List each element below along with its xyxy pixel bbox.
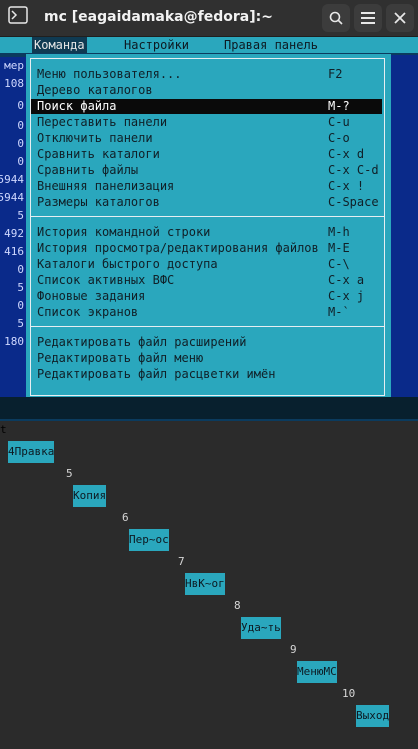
left-panel-value: 108 [4,77,24,90]
menu-item-directory-tree[interactable]: Дерево каталогов [31,83,382,98]
menu-item-shortcut: C-\ [328,257,350,271]
fkey-number: 7 [178,555,185,568]
menu-separator [30,216,385,217]
left-panel-value: 0 [17,299,24,312]
left-panel-value: 180 [4,335,24,348]
left-panel-value: 416 [4,245,24,258]
menu-item-command-history[interactable]: История командной строки M-h [31,225,382,240]
close-icon[interactable] [386,4,414,32]
left-panel-value: 0 [17,137,24,150]
menu-item-edit-menu-file[interactable]: Редактировать файл меню [31,351,382,366]
terminal-icon[interactable] [6,6,30,30]
left-panel-value: 0 [17,263,24,276]
fkey-6-move[interactable]: Пер~ос [129,529,169,551]
menu-item-shortcut: C-o [328,131,350,145]
cmd-prompt[interactable]: t [0,419,7,441]
menu-item-label: Сравнить каталоги [37,147,160,161]
menu-item-hotlist[interactable]: Каталоги быстрого доступа C-\ [31,257,382,272]
menu-item-shortcut: C-x C-d [328,163,379,177]
menu-item-shortcut: C-u [328,115,350,129]
left-panel-value: 5944 [0,191,24,204]
command-dropdown-menu: Меню пользователя... F2 Дерево каталогов … [26,54,391,400]
menu-item-shortcut: C-x a [328,273,365,287]
right-panel-column [391,55,418,400]
fkey-4-edit[interactable]: 4Правка [8,441,55,463]
menu-item-swap-panels[interactable]: Переставить панели C-u [31,115,382,130]
mc-menubar: Команда Настройки Правая панель [0,37,418,53]
fkey-10-exit[interactable]: Выход [356,705,390,727]
menu-item-shortcut: M-h [328,225,350,239]
fkey-9-menu[interactable]: МенюМС [297,661,337,683]
left-panel-value: 5 [17,281,24,294]
left-panel-value: 0 [17,99,24,112]
menubar-item-command[interactable]: Команда [32,37,87,53]
menu-item-background-jobs[interactable]: Фоновые задания C-x j [31,289,382,304]
menu-item-shortcut: C-x j [328,289,365,303]
menu-item-label: Список активных ВФС [37,273,175,287]
menu-item-external-panelize[interactable]: Внешняя панелизация C-x ! [31,179,382,194]
menu-item-panels-off[interactable]: Отключить панели C-o [31,131,382,146]
menu-item-user-menu[interactable]: Меню пользователя... F2 [31,67,382,82]
menu-item-label: Редактировать файл расширений [37,335,247,349]
function-key-bar: t 4Правка 5 Копия 6 Пер~ос 7 НвК~ог 8 Уд… [0,397,418,727]
menu-item-screen-list[interactable]: Список экранов M-` [31,305,382,320]
menu-item-shortcut: C-x ! [328,179,365,193]
menu-item-edit-extension-file[interactable]: Редактировать файл расширений [31,335,382,350]
menu-item-shortcut: C-x d [328,147,365,161]
menu-item-label: Фоновые задания [37,289,146,303]
fkey-number: 6 [122,511,129,524]
fkey-8-delete[interactable]: Уда~ть [241,617,281,639]
menubar-item-options[interactable]: Настройки [124,37,189,53]
left-panel-value: 0 [17,155,24,168]
menu-item-label: История командной строки [37,225,211,239]
menu-item-label: Внешняя панелизация [37,179,175,193]
fkey-number: 5 [66,467,73,480]
fkey-5-copy[interactable]: Копия [73,485,107,507]
menu-item-active-vfs[interactable]: Список активных ВФС C-x a [31,273,382,288]
menu-item-shortcut: M-? [328,99,350,113]
menu-item-label: Редактировать файл меню [37,351,204,365]
search-icon[interactable] [322,4,350,32]
window-titlebar: mc [eagaidamaka@fedora]:~ [0,0,418,37]
left-panel-value: 0 [17,119,24,132]
menu-item-label: Меню пользователя... [37,67,182,81]
menu-item-label: Отключить панели [37,131,153,145]
menubar-item-right-panel[interactable]: Правая панель [224,37,318,53]
menu-item-compare-files[interactable]: Сравнить файлы C-x C-d [31,163,382,178]
terminal-area[interactable]: Команда Настройки Правая панель мер 108 … [0,37,418,727]
menu-item-label: Список экранов [37,305,139,319]
menu-item-compare-dirs[interactable]: Сравнить каталоги C-x d [31,147,382,162]
fkey-number: 9 [290,643,297,656]
left-panel-value: 5 [17,317,24,330]
menu-item-label: Поиск файла [37,99,117,113]
menu-item-label: Каталоги быстрого доступа [37,257,218,271]
left-panel-value: 5944 [0,173,24,186]
menu-separator [30,326,385,327]
menu-item-shortcut: M-E [328,241,350,255]
left-panel-value: 492 [4,227,24,240]
menu-item-shortcut: F2 [328,67,343,81]
hamburger-menu-icon[interactable] [354,4,382,32]
menu-item-shortcut: C-Space [328,195,379,209]
fkey-number: 10 [342,687,356,700]
menu-item-edit-highlighting-file[interactable]: Редактировать файл расцветки имён [31,367,382,382]
menu-item-label: Редактировать файл расцветки имён [37,367,276,381]
menu-item-view-edit-history[interactable]: История просмотра/редактирования файлов M… [31,241,382,256]
fkey-7-mkdir[interactable]: НвК~ог [185,573,225,595]
menu-item-label: История просмотра/редактирования файлов [37,241,319,255]
menu-item-label: Дерево каталогов [37,83,153,97]
menu-item-label: Сравнить файлы [37,163,139,177]
menu-item-dir-sizes[interactable]: Размеры каталогов C-Space [31,195,382,210]
fkey-number: 8 [234,599,241,612]
left-panel-value: мер [4,59,24,72]
menu-item-label: Размеры каталогов [37,195,160,209]
menu-item-shortcut: M-` [328,305,350,319]
window-title: mc [eagaidamaka@fedora]:~ [44,9,273,25]
left-panel-value: 5 [17,209,24,222]
left-panel-column: мер 108 0 0 0 0 5944 5944 5 492 416 0 5 … [0,57,26,397]
menu-item-label: Переставить панели [37,115,168,129]
menu-item-find-file[interactable]: Поиск файла M-? [31,99,382,114]
